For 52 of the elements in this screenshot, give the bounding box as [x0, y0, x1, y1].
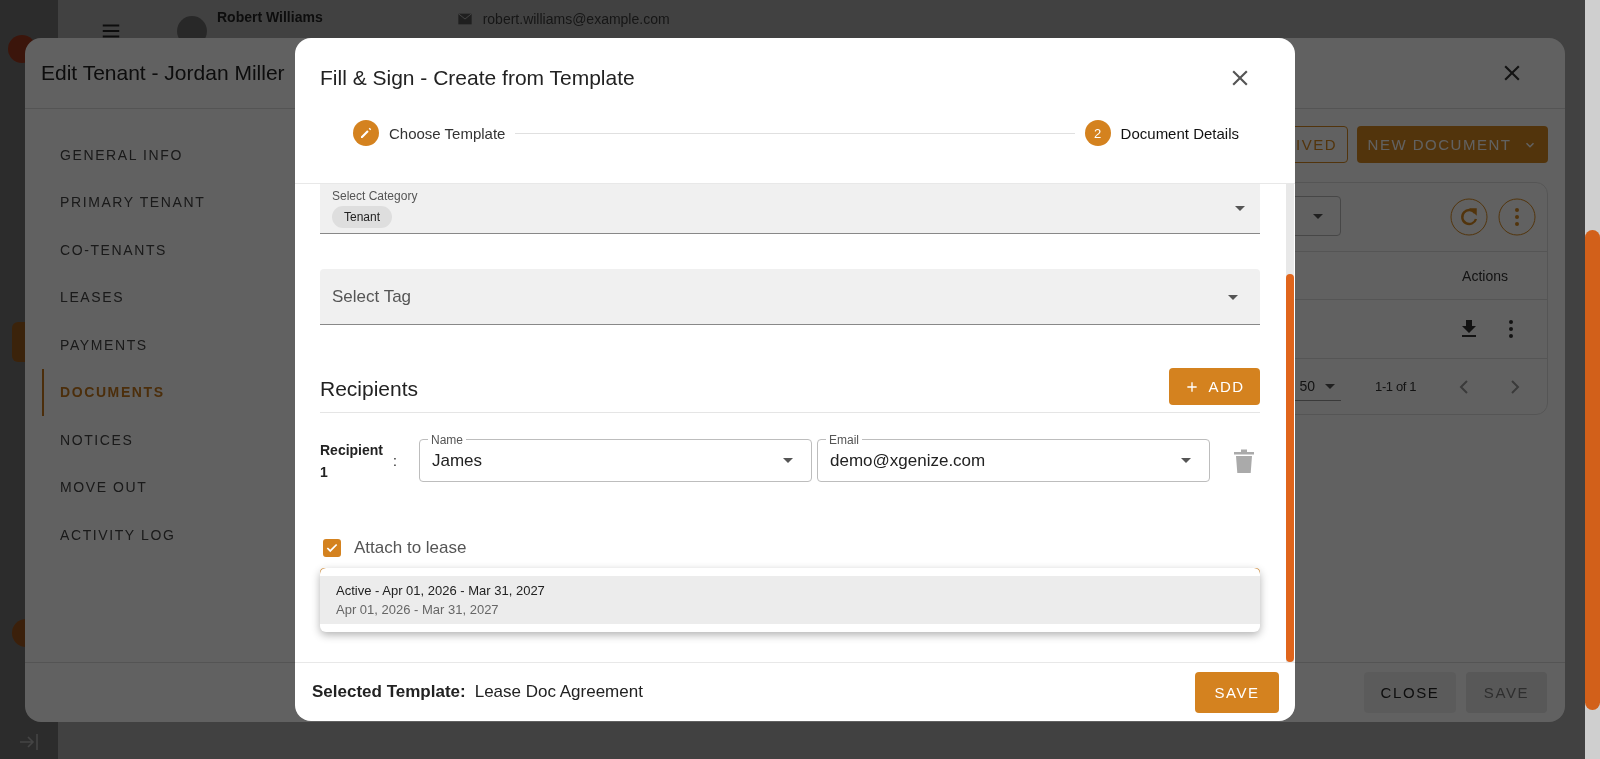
- page-range: 1-1 of 1: [1375, 379, 1416, 394]
- save-button[interactable]: SAVE: [1195, 671, 1279, 713]
- nav-tab[interactable]: LEASES: [42, 273, 295, 321]
- refresh-icon[interactable]: [1450, 198, 1488, 236]
- recipient-label: Recipient 1: [320, 441, 384, 482]
- scrollbar-thumb[interactable]: [1585, 230, 1600, 710]
- dialog-title: Fill & Sign - Create from Template: [320, 66, 635, 90]
- caret-down-icon: [1235, 206, 1245, 211]
- template-label: Selected Template:: [312, 682, 466, 702]
- nav-tab[interactable]: NOTICES: [42, 416, 295, 464]
- scrollbar[interactable]: [1585, 0, 1600, 759]
- new-document-button[interactable]: NEW DOCUMENT: [1357, 126, 1548, 163]
- step-number: 2: [1084, 120, 1111, 146]
- email-select[interactable]: Email demo@xgenize.com: [817, 432, 1210, 482]
- chip: Tenant: [332, 206, 393, 228]
- option-subtitle: Apr 01, 2026 - Mar 31, 2027: [336, 602, 500, 617]
- close-button[interactable]: CLOSE: [1364, 672, 1456, 713]
- option-title: Active - Apr 01, 2026 - Mar 31, 2027: [336, 583, 546, 598]
- name-select[interactable]: Name James: [419, 432, 812, 482]
- dialog-title: Edit Tenant - Jordan Miller: [41, 61, 285, 85]
- mail-icon: [456, 11, 473, 27]
- category-select[interactable]: Select Category Tenant: [320, 184, 1260, 234]
- checkbox[interactable]: [323, 539, 341, 557]
- trash-icon[interactable]: [1233, 448, 1255, 474]
- caret-down-icon: [1313, 213, 1323, 219]
- step-label: Document Details: [1120, 124, 1239, 142]
- caret-down-icon: [783, 458, 793, 463]
- field-label: Select Category: [332, 189, 418, 203]
- separator: :: [392, 453, 398, 469]
- field-label: Email: [828, 432, 860, 447]
- add-button[interactable]: ADD: [1169, 368, 1260, 405]
- template-name: Lease Doc Agreement: [474, 682, 643, 702]
- checkbox-label: Attach to lease: [354, 538, 467, 558]
- nav-tab[interactable]: ACTIVITY LOG: [42, 511, 295, 559]
- caret-down-icon: [1325, 383, 1336, 389]
- column-header: Actions: [1462, 267, 1508, 284]
- nav-tab[interactable]: GENERAL INFO: [42, 131, 295, 179]
- caret-down-icon: [1228, 295, 1238, 300]
- caret-down-icon: [1181, 458, 1191, 463]
- nav-tab[interactable]: PAYMENTS: [42, 321, 295, 369]
- menu-option[interactable]: Active - Apr 01, 2026 - Mar 31, 2027 Apr 01, 2026 - Mar 31, 2027: [320, 576, 1260, 624]
- check-icon: [325, 541, 339, 555]
- tag-select[interactable]: Select Tag: [320, 269, 1260, 325]
- section-heading: Recipients: [320, 377, 419, 401]
- nav-tab[interactable]: PRIMARY TENANT: [42, 178, 295, 226]
- nav-tab[interactable]: MOVE OUT: [42, 463, 295, 511]
- more-icon[interactable]: [1498, 198, 1536, 236]
- scrollbar[interactable]: [1286, 184, 1294, 662]
- field-label: Name: [430, 432, 464, 447]
- scrollbar-thumb[interactable]: [1286, 274, 1294, 662]
- nav-tab[interactable]: CO-TENANTS: [42, 226, 295, 274]
- step-label: Choose Template: [389, 124, 506, 142]
